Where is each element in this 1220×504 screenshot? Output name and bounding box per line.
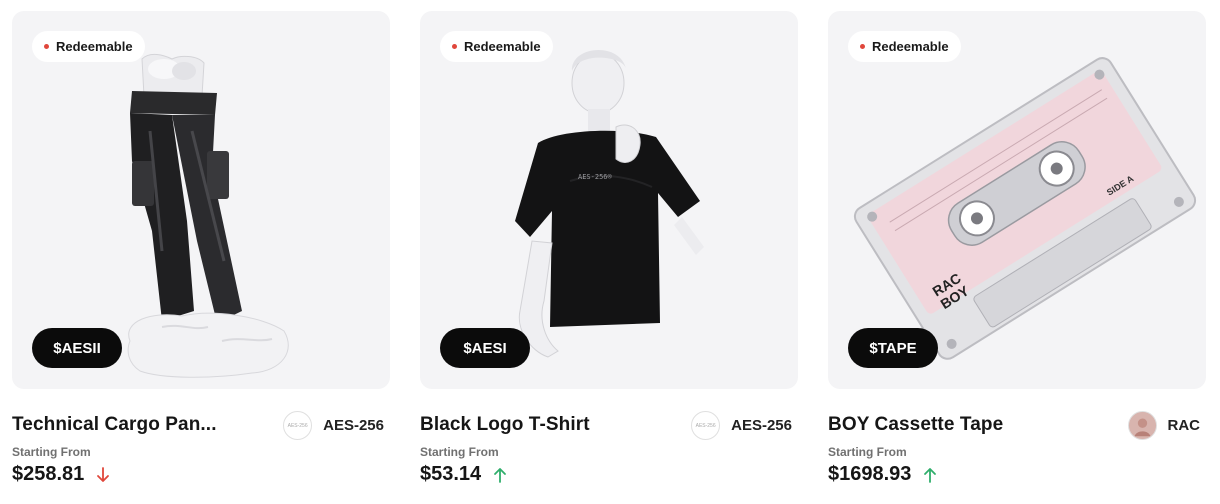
status-dot-icon [860, 44, 865, 49]
creator-avatar: AES-256 [283, 411, 313, 440]
product-title[interactable]: BOY Cassette Tape [828, 414, 1003, 436]
ticker-button[interactable]: $TAPE [848, 328, 938, 368]
product-meta: BOY Cassette Tape RAC Starting From $169… [828, 389, 1206, 499]
price-value: $1698.93 [828, 463, 912, 485]
price-row: $1698.93 [828, 463, 937, 486]
price-label: Starting From [828, 445, 907, 459]
badge-label: Redeemable [872, 39, 949, 54]
price-row: $258.81 [12, 463, 110, 486]
creator-link[interactable]: AES-256 AES-256 [691, 411, 792, 440]
status-dot-icon [452, 44, 457, 49]
product-grid: Redeemable $AESII Technical Cargo Pan...… [0, 0, 1220, 504]
arrow-down-icon [97, 466, 110, 482]
product-card[interactable]: Redeemable $AESII Technical Cargo Pan...… [12, 11, 390, 499]
shirt-print-text: AES-256® [578, 173, 613, 181]
creator-name: AES-256 [323, 417, 384, 434]
product-title[interactable]: Technical Cargo Pan... [12, 414, 217, 436]
price-label: Starting From [12, 445, 91, 459]
arrow-up-icon [924, 467, 937, 483]
product-meta: Technical Cargo Pan... AES-256 AES-256 S… [12, 389, 390, 499]
product-title[interactable]: Black Logo T-Shirt [420, 414, 590, 436]
product-card[interactable]: AES-256® Redeemable $AESI Black Logo T-S… [420, 11, 798, 499]
redeemable-badge: Redeemable [32, 31, 145, 62]
product-image[interactable]: RAC BOY SIDE A Redeemable $TAPE [828, 11, 1206, 389]
status-dot-icon [44, 44, 49, 49]
creator-avatar [1127, 411, 1157, 440]
ticker-button[interactable]: $AESII [32, 328, 122, 368]
product-image[interactable]: Redeemable $AESII [12, 11, 390, 389]
ticker-button[interactable]: $AESI [440, 328, 530, 368]
creator-avatar: AES-256 [691, 411, 721, 440]
creator-name: RAC [1167, 417, 1201, 434]
creator-link[interactable]: AES-256 AES-256 [283, 411, 384, 440]
redeemable-badge: Redeemable [440, 31, 553, 62]
product-card[interactable]: RAC BOY SIDE A Redeemable $TAPE BOY Cass… [828, 11, 1206, 499]
arrow-up-icon [494, 467, 507, 483]
product-image[interactable]: AES-256® Redeemable $AESI [420, 11, 798, 389]
creator-link[interactable]: RAC [1127, 411, 1201, 440]
price-row: $53.14 [420, 463, 507, 486]
creator-name: AES-256 [731, 417, 792, 434]
price-value: $258.81 [12, 463, 85, 485]
price-label: Starting From [420, 445, 499, 459]
redeemable-badge: Redeemable [848, 31, 961, 62]
price-value: $53.14 [420, 463, 482, 485]
creator-avatar-image [1128, 412, 1156, 439]
product-meta: Black Logo T-Shirt AES-256 AES-256 Start… [420, 389, 798, 499]
badge-label: Redeemable [56, 39, 133, 54]
badge-label: Redeemable [464, 39, 541, 54]
